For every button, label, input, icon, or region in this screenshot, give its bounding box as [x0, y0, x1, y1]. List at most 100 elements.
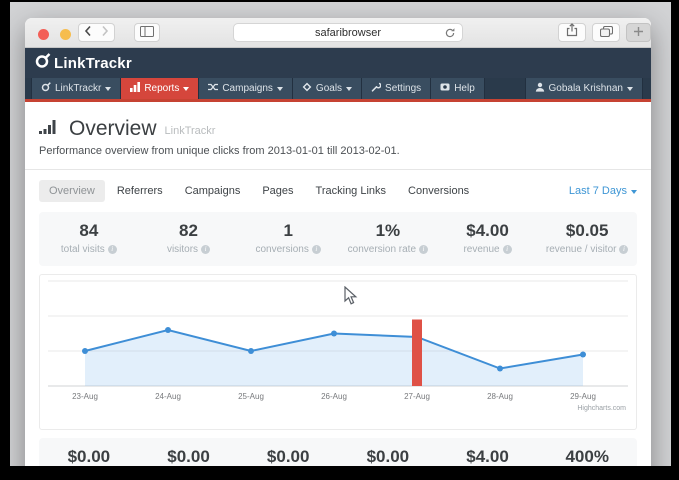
tab-overview-button[interactable]: [592, 23, 620, 42]
minimize-window-button[interactable]: [60, 29, 71, 40]
report-tabs: Overview Referrers Campaigns Pages Track…: [25, 170, 651, 202]
stat-value: $0.00: [238, 447, 338, 466]
nav-label: Reports: [144, 83, 179, 94]
page-title-suffix: LinkTrackr: [165, 125, 216, 139]
svg-text:26-Aug: 26-Aug: [321, 392, 347, 401]
plus-icon: [633, 24, 644, 42]
nav-label: Goals: [316, 83, 342, 94]
overview-chart-icon: [39, 118, 61, 139]
svg-text:23-Aug: 23-Aug: [72, 392, 98, 401]
nav-item-reports[interactable]: Reports: [121, 78, 199, 99]
linktrackr-icon: [41, 82, 51, 95]
browser-toolbar: safaribrowser: [25, 18, 651, 48]
date-range-dropdown[interactable]: Last 7 Days: [569, 185, 637, 197]
linktrackr-logo-icon: [34, 52, 51, 74]
info-icon[interactable]: i: [503, 245, 512, 254]
stat-roi: 400% roii: [537, 447, 637, 466]
stats-panel-bottom: $0.00 total costi $0.00 cost / visiti $0…: [39, 438, 637, 466]
nav-item-goals[interactable]: Goals: [293, 78, 362, 99]
chevron-down-icon: [183, 87, 189, 91]
nav-item-campaigns[interactable]: Campaigns: [199, 78, 293, 99]
stat-revenue: $4.00 revenuei: [438, 221, 538, 255]
stat-label: revenue / visitor: [546, 244, 617, 255]
svg-text:Highcharts.com: Highcharts.com: [577, 405, 626, 412]
chevron-down-icon: [105, 87, 111, 91]
stat-value: $4.00: [438, 221, 538, 241]
svg-text:28-Aug: 28-Aug: [487, 392, 513, 401]
stat-label: total visits: [61, 244, 105, 255]
wrench-icon: [371, 82, 381, 95]
page-subtitle: Performance overview from unique clicks …: [39, 145, 637, 157]
info-icon[interactable]: i: [201, 245, 210, 254]
sidebar-toggle-button[interactable]: [134, 23, 160, 42]
stat-value: $0.00: [338, 447, 438, 466]
help-icon: [440, 82, 450, 95]
stat-value: $4.00: [438, 447, 538, 466]
nav-item-linktrackr[interactable]: LinkTrackr: [31, 78, 121, 99]
stat-value: $0.00: [139, 447, 239, 466]
desktop-background: safaribrowser LinkTrackr LinkTrackr: [10, 2, 671, 466]
url-text: safaribrowser: [315, 27, 381, 39]
chevron-down-icon: [277, 87, 283, 91]
info-icon[interactable]: i: [108, 245, 117, 254]
svg-text:24-Aug: 24-Aug: [155, 392, 181, 401]
tab-tracking-links[interactable]: Tracking Links: [306, 180, 397, 202]
stat-value: 84: [39, 221, 139, 241]
user-icon: [535, 82, 545, 95]
info-icon[interactable]: i: [312, 245, 321, 254]
stat-value: 400%: [537, 447, 637, 466]
app-header: LinkTrackr: [25, 48, 651, 78]
info-icon[interactable]: i: [619, 245, 628, 254]
new-tab-button[interactable]: [626, 23, 651, 42]
stat-cost-day: $0.00 cost / dayi: [238, 447, 338, 466]
stat-value: 1: [238, 221, 338, 241]
tab-overview[interactable]: Overview: [39, 180, 105, 202]
nav-label: Help: [454, 83, 475, 94]
user-name: Gobala Krishnan: [549, 83, 624, 94]
reload-icon[interactable]: [444, 27, 456, 42]
nav-label: Campaigns: [222, 83, 273, 94]
main-nav: LinkTrackr Reports Campaigns Goals Setti: [25, 78, 651, 102]
nav-label: Settings: [385, 83, 421, 94]
tab-campaigns[interactable]: Campaigns: [175, 180, 251, 202]
address-bar[interactable]: safaribrowser: [233, 23, 463, 42]
nav-item-settings[interactable]: Settings: [362, 78, 431, 99]
stat-value: 1%: [338, 221, 438, 241]
page-content: Overview LinkTrackr Performance overview…: [25, 102, 651, 466]
close-window-button[interactable]: [38, 29, 49, 40]
area-chart[interactable]: 23-Aug 24-Aug 25-Aug 26-Aug 27-Aug 28-Aug 29-A…: [40, 275, 636, 429]
stat-label: conversion rate: [348, 244, 416, 255]
tab-conversions[interactable]: Conversions: [398, 180, 479, 202]
tab-referrers[interactable]: Referrers: [107, 180, 173, 202]
chevron-left-icon: [84, 24, 92, 42]
svg-text:29-Aug: 29-Aug: [570, 392, 596, 401]
sidebar-icon: [140, 24, 154, 42]
share-icon: [566, 23, 578, 42]
user-menu[interactable]: Gobala Krishnan: [525, 78, 644, 99]
date-range-label: Last 7 Days: [569, 185, 627, 197]
tab-pages[interactable]: Pages: [252, 180, 303, 202]
stat-profit: $4.00 profiti: [438, 447, 538, 466]
page-header: Overview LinkTrackr Performance overview…: [25, 102, 651, 170]
stat-cpa: $0.00 cpai: [338, 447, 438, 466]
info-icon[interactable]: i: [419, 245, 428, 254]
stat-conversions: 1 conversionsi: [238, 221, 338, 255]
stats-panel-top: 84 total visitsi 82 visitorsi 1 conversi…: [39, 212, 637, 266]
svg-text:25-Aug: 25-Aug: [238, 392, 264, 401]
nav-label: LinkTrackr: [55, 83, 101, 94]
svg-text:27-Aug: 27-Aug: [404, 392, 430, 401]
shuffle-icon: [208, 82, 218, 95]
stat-total-visits: 84 total visitsi: [39, 221, 139, 255]
back-button[interactable]: [78, 23, 97, 42]
forward-button[interactable]: [96, 23, 115, 42]
nav-item-help[interactable]: Help: [431, 78, 485, 99]
stat-visitors: 82 visitorsi: [139, 221, 239, 255]
share-button[interactable]: [558, 23, 586, 42]
app-logo-text: LinkTrackr: [54, 55, 132, 72]
visits-chart[interactable]: 23-Aug 24-Aug 25-Aug 26-Aug 27-Aug 28-Aug 29-A…: [39, 274, 637, 430]
stat-value: $0.05: [537, 221, 637, 241]
browser-window: safaribrowser LinkTrackr LinkTrackr: [25, 18, 651, 466]
stat-cost-visit: $0.00 cost / visiti: [139, 447, 239, 466]
chevron-down-icon: [627, 87, 633, 91]
stat-total-cost: $0.00 total costi: [39, 447, 139, 466]
